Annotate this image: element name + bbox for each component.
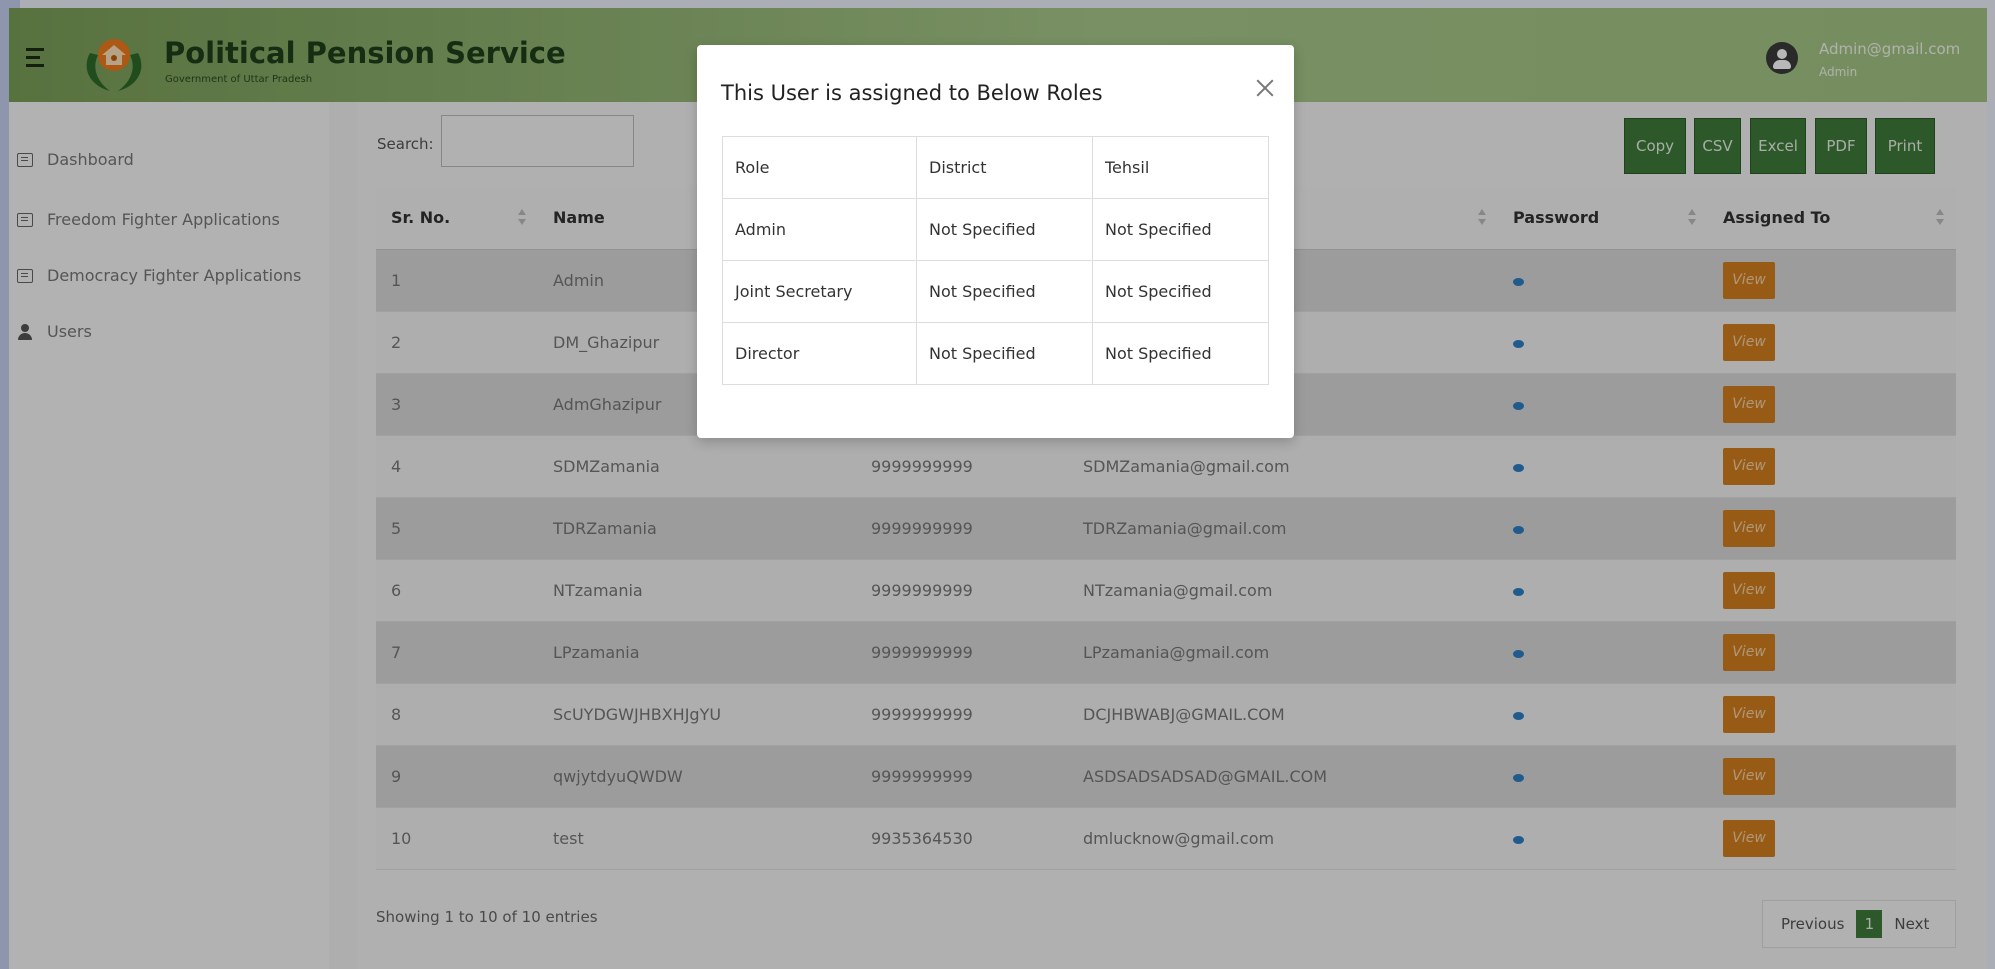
roles-header-row: Role District Tehsil [722,136,1269,199]
district-cell: Not Specified [916,260,1093,323]
district-cell: Not Specified [916,322,1093,385]
tehsil-cell: Not Specified [1092,198,1269,261]
role-cell: Admin [722,198,917,261]
close-icon[interactable] [1254,77,1276,99]
district-cell: Not Specified [916,198,1093,261]
tehsil-cell: Not Specified [1092,260,1269,323]
role-cell: Director [722,322,917,385]
roles-table: Role District Tehsil Admin Not Specified… [722,136,1269,385]
roles-col: District [916,136,1093,199]
role-cell: Joint Secretary [722,260,917,323]
roles-row: Admin Not Specified Not Specified [722,198,1269,261]
roles-modal: This User is assigned to Below Roles Rol… [697,45,1294,438]
tehsil-cell: Not Specified [1092,322,1269,385]
roles-col: Tehsil [1092,136,1269,199]
roles-row: Director Not Specified Not Specified [722,322,1269,385]
roles-row: Joint Secretary Not Specified Not Specif… [722,260,1269,323]
roles-col: Role [722,136,917,199]
modal-title: This User is assigned to Below Roles [721,81,1103,105]
